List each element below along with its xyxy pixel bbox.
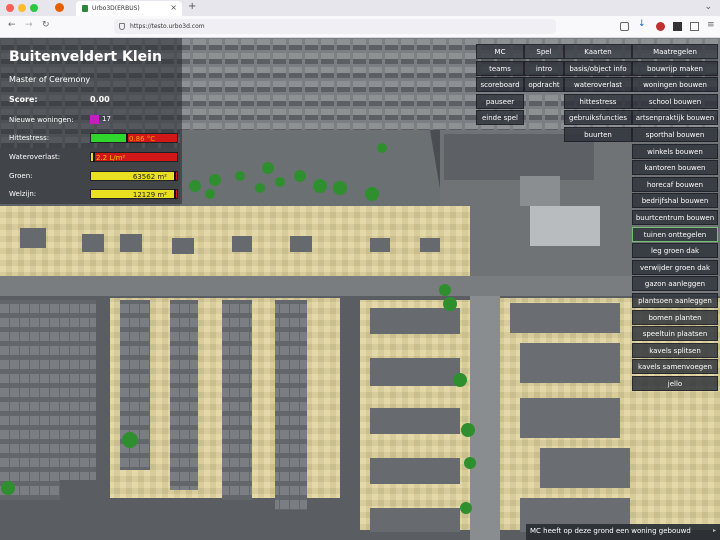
menu-maatregelen-item[interactable]: woningen bouwen: [632, 77, 718, 93]
menu-maatregelen-item[interactable]: speeltuin plaatsen: [632, 326, 718, 342]
woningen-swatch: [90, 115, 99, 124]
groen-value: 63562 m²: [132, 173, 167, 181]
menu-icon[interactable]: ≡: [707, 20, 715, 30]
menu-maatregelen-item[interactable]: bouwrijp maken: [632, 60, 718, 76]
woningen-value: 17: [102, 115, 111, 123]
menu-kaarten-item[interactable]: gebruiksfuncties: [564, 110, 632, 126]
menu-maatregelen-item[interactable]: jello: [632, 376, 718, 391]
menu-spel-item[interactable]: opdracht: [524, 77, 564, 93]
menu-maatregelen-item[interactable]: tuinen onttegelen: [632, 226, 718, 242]
download-icon[interactable]: ↓: [638, 19, 647, 29]
browser-titlebar: Urbo3D(ERBUS) × + ⌄: [0, 0, 720, 16]
menu-mc-item[interactable]: einde spel: [476, 110, 524, 126]
pocket-icon[interactable]: [620, 22, 629, 31]
menu-maatregelen-item[interactable]: gazon aanleggen: [632, 276, 718, 292]
menu-maatregelen-header[interactable]: Maatregelen: [632, 44, 718, 59]
hittestress-marker: [126, 133, 128, 143]
status-text: MC heeft op deze grond een woning gebouw…: [530, 527, 691, 535]
tab-favicon-icon: [82, 5, 88, 12]
menu-kaarten-item[interactable]: wateroverlast: [564, 77, 632, 93]
menu-mc-item[interactable]: teams: [476, 60, 524, 76]
hittestress-value: 0.86 °C: [129, 135, 156, 143]
reload-icon[interactable]: ↻: [42, 20, 50, 30]
close-window-icon[interactable]: [6, 4, 14, 12]
menu-maatregelen-item[interactable]: horecaf bouwen: [632, 176, 718, 192]
menu-maatregelen-item[interactable]: bedrijfshal bouwen: [632, 193, 718, 209]
menu-mc-header[interactable]: MC: [476, 44, 524, 59]
forward-icon[interactable]: →: [25, 20, 33, 30]
tab-close-icon[interactable]: ×: [170, 3, 177, 12]
menu-spel-item[interactable]: intro: [524, 60, 564, 76]
share-icon[interactable]: [690, 22, 699, 31]
groen-label: Groen:: [9, 172, 33, 180]
menu-maatregelen-item[interactable]: plantsoen aanleggen: [632, 293, 718, 308]
menu-kaarten-item[interactable]: basis/object info: [564, 60, 632, 76]
woningen-label: Nieuwe woningen:: [9, 116, 74, 124]
status-expand-icon[interactable]: ▸: [713, 527, 716, 534]
status-message: MC heeft op deze grond een woning gebouw…: [526, 524, 720, 540]
back-icon[interactable]: ←: [8, 20, 16, 30]
extension-icon[interactable]: [656, 22, 665, 31]
game-hud: Buitenveldert Klein Master of Ceremony S…: [0, 38, 182, 204]
new-tab-icon[interactable]: +: [188, 1, 196, 12]
score-value: 0.00: [90, 95, 110, 104]
player-role: Master of Ceremony: [9, 75, 91, 84]
zoom-window-icon[interactable]: [30, 4, 38, 12]
groen-bar: 63562 m²: [90, 171, 178, 181]
menu-maatregelen-item[interactable]: leg groen dak: [632, 243, 718, 259]
security-icon: [119, 23, 125, 30]
menu-mc-item[interactable]: scoreboard: [476, 77, 524, 93]
menu-maatregelen-item[interactable]: buurtcentrum bouwen: [632, 210, 718, 225]
score-label: Score:: [9, 95, 38, 104]
menu-maatregelen-item[interactable]: sporthal bouwen: [632, 127, 718, 142]
browser-toolbar: ← → ↻ https://testo.urbo3d.com ↓ ≡: [0, 16, 720, 38]
firefox-icon[interactable]: [55, 3, 64, 12]
menu-kaarten-header[interactable]: Kaarten: [564, 44, 632, 59]
menu-kaarten-item[interactable]: buurten: [564, 127, 632, 142]
neighbourhood-title: Buitenveldert Klein: [9, 49, 162, 65]
extension-grid-icon[interactable]: [673, 22, 682, 31]
tab-title: Urbo3D(ERBUS): [92, 5, 140, 12]
wateroverlast-value: 2.2 L/m²: [96, 154, 126, 162]
menu-mc-item[interactable]: pauseer: [476, 93, 524, 109]
url-bar[interactable]: https://testo.urbo3d.com: [114, 19, 556, 34]
menu-maatregelen-item[interactable]: kavels samenvoegen: [632, 359, 718, 375]
menu-maatregelen-item[interactable]: artsenpraktijk bouwen: [632, 110, 718, 126]
menu-spel-header[interactable]: Spel: [524, 44, 564, 59]
wateroverlast-bar: 2.2 L/m²: [90, 152, 178, 162]
browser-tab[interactable]: Urbo3D(ERBUS) ×: [76, 1, 182, 16]
wateroverlast-marker: [93, 152, 95, 162]
hittestress-bar: 0.86 °C: [90, 133, 178, 143]
menu-maatregelen-item[interactable]: school bouwen: [632, 93, 718, 109]
groen-marker: [174, 171, 176, 181]
menu-maatregelen-item[interactable]: verwijder groen dak: [632, 259, 718, 275]
welzijn-label: Welzijn:: [9, 190, 37, 198]
hittestress-fill: [91, 134, 127, 142]
minimize-window-icon[interactable]: [18, 4, 26, 12]
wateroverlast-label: Wateroverlast:: [9, 153, 61, 161]
hittestress-label: Hittestress:: [9, 134, 50, 142]
menu-kaarten-item[interactable]: hittestress: [564, 93, 632, 109]
list-tabs-icon[interactable]: ⌄: [704, 2, 712, 12]
welzijn-value: 12129 m²: [132, 191, 167, 199]
menu-maatregelen-item[interactable]: bomen planten: [632, 309, 718, 325]
menu-maatregelen-item[interactable]: kavels splitsen: [632, 342, 718, 358]
welzijn-bar: 12129 m²: [90, 189, 178, 199]
menu-maatregelen-item[interactable]: winkels bouwen: [632, 143, 718, 159]
menu-maatregelen-item[interactable]: kantoren bouwen: [632, 160, 718, 176]
url-text: https://testo.urbo3d.com: [130, 23, 205, 30]
welzijn-marker: [174, 189, 176, 199]
